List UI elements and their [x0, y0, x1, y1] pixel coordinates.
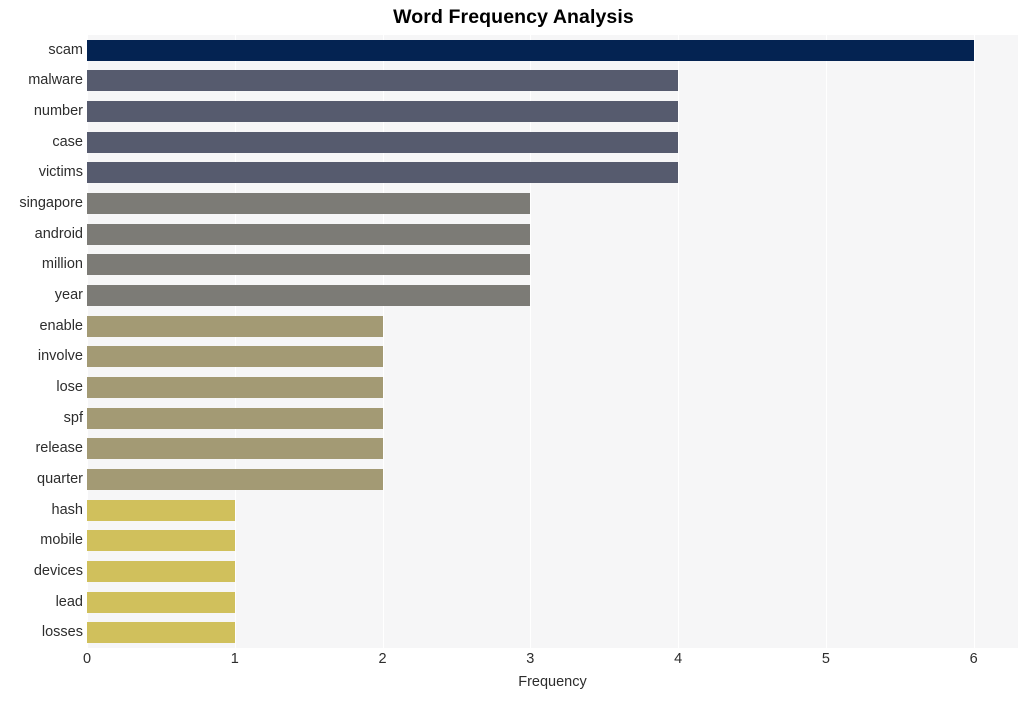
bar-losses[interactable] [87, 622, 235, 644]
x-tick-label-6: 6 [969, 651, 978, 667]
y-tick-label-case: case [52, 133, 83, 150]
gridline-x-2 [382, 35, 384, 648]
y-tick-label-malware: malware [28, 72, 83, 89]
chart-title: Word Frequency Analysis [393, 6, 634, 28]
x-tick-label-1: 1 [230, 651, 239, 667]
y-tick-label-enable: enable [39, 317, 83, 334]
y-tick-label-android: android [34, 225, 83, 242]
bar-singapore[interactable] [87, 193, 531, 215]
bar-mobile[interactable] [87, 530, 235, 552]
bar-devices[interactable] [87, 560, 235, 582]
y-tick-label-lead: lead [55, 593, 83, 610]
gridline-x-0 [87, 35, 88, 648]
bar-victims[interactable] [87, 162, 679, 184]
plot-area [87, 35, 1018, 648]
gridline-x-4 [678, 35, 680, 648]
bar-lead[interactable] [87, 591, 235, 613]
y-tick-label-singapore: singapore [19, 195, 83, 212]
x-tick-label-2: 2 [378, 651, 387, 667]
word-frequency-bar-chart: Word Frequency Analysis scam malware numbe… [0, 0, 1027, 701]
bar-hash[interactable] [87, 499, 235, 521]
gridline-x-1 [234, 35, 236, 648]
y-tick-label-spf: spf [63, 409, 83, 426]
gridline-x-5 [825, 35, 827, 648]
y-tick-label-million: million [41, 256, 83, 273]
bar-lose[interactable] [87, 376, 383, 398]
x-tick-label-3: 3 [526, 651, 535, 667]
y-tick-label-year: year [54, 287, 83, 304]
x-tick-label-0: 0 [82, 651, 92, 667]
y-tick-label-mobile: mobile [40, 532, 83, 549]
bar-million[interactable] [87, 254, 531, 276]
y-tick-label-hash: hash [51, 501, 83, 518]
bar-scam[interactable] [87, 39, 974, 61]
bar-involve[interactable] [87, 346, 383, 368]
y-tick-label-devices: devices [33, 562, 83, 579]
bar-number[interactable] [87, 101, 679, 123]
y-tick-label-lose: lose [56, 378, 83, 395]
bar-quarter[interactable] [87, 468, 383, 490]
y-tick-label-scam: scam [48, 41, 83, 58]
bar-enable[interactable] [87, 315, 383, 337]
bar-case[interactable] [87, 131, 679, 153]
bar-android[interactable] [87, 223, 531, 245]
y-tick-label-victims: victims [38, 164, 83, 181]
bar-spf[interactable] [87, 407, 383, 429]
bar-release[interactable] [87, 438, 383, 460]
bar-malware[interactable] [87, 70, 679, 92]
gridline-x-3 [530, 35, 532, 648]
x-axis-title: Frequency [518, 674, 587, 690]
x-tick-label-5: 5 [821, 651, 830, 667]
y-tick-label-quarter: quarter [37, 470, 83, 487]
y-tick-label-losses: losses [41, 624, 83, 641]
bar-year[interactable] [87, 285, 531, 307]
y-tick-label-involve: involve [37, 348, 83, 365]
y-tick-label-number: number [33, 103, 83, 120]
gridline-x-6 [973, 35, 975, 648]
x-tick-label-4: 4 [674, 651, 683, 667]
y-tick-label-release: release [35, 440, 83, 457]
